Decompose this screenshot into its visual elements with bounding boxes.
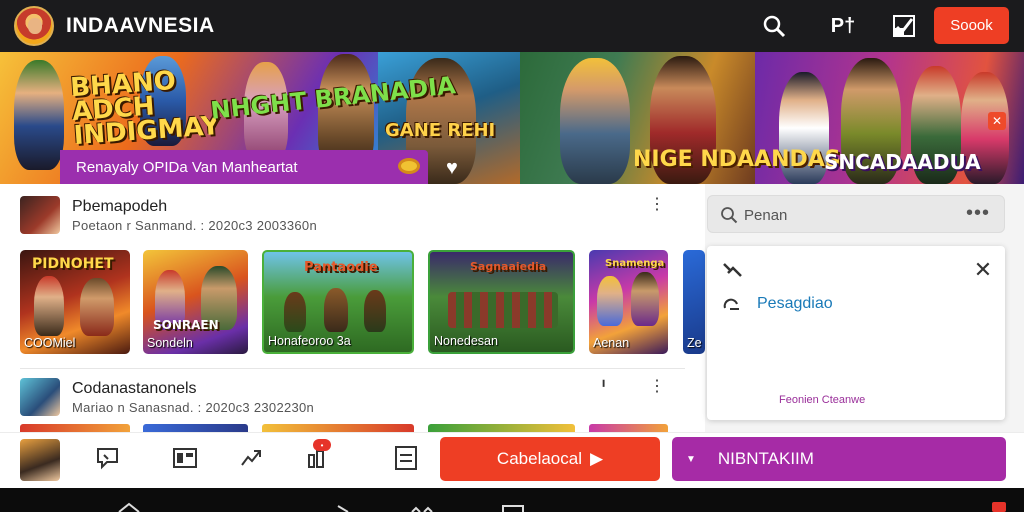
banner-title: SNCADAADUA [824, 150, 981, 174]
banner-title: GANE REHI [385, 120, 496, 141]
game-tile[interactable]: Sagnaaiedia Nonedesan [428, 250, 575, 354]
section-header[interactable]: Pbemapodeh Poetaon r Sanmand. : 2020c3 2… [20, 194, 680, 234]
secondary-action-label: NIBNTAKIIM [717, 449, 814, 468]
tile-character [631, 272, 659, 326]
top-bar: INDAAVNESIA P† Soook [0, 0, 1024, 52]
tile-character [324, 288, 348, 332]
tile-label: Nonedesan [434, 334, 498, 348]
chat-icon[interactable] [95, 445, 121, 471]
more-options-icon[interactable]: ⋮ [649, 197, 665, 218]
tile-crowd [448, 292, 558, 328]
tile-label: COOMiel [24, 336, 76, 350]
game-list: Pbemapodeh Poetaon r Sanmand. : 2020c3 2… [0, 184, 705, 432]
tile-character [284, 292, 306, 332]
right-panel: ••• ✕ Pesagdiao Feonien Cteanwe [705, 184, 1024, 432]
next-tile-peek [262, 424, 414, 432]
tile-character [34, 276, 64, 336]
section-subtitle: Mariao n Sanasnad. : 2020c3 2302230n [72, 400, 315, 415]
game-tile[interactable]: Pantaodie Honafeoroo 3a [262, 250, 414, 354]
banner-character [560, 58, 630, 184]
tile-title: Snamenga [605, 258, 665, 269]
home-icon[interactable] [116, 500, 142, 512]
share-icon[interactable] [238, 445, 264, 471]
game-tile[interactable]: PIDNOHET COOMiel [20, 250, 130, 354]
banner-close-icon[interactable]: ✕ [988, 112, 1006, 130]
avatar[interactable] [20, 439, 60, 481]
notification-badge: • [313, 439, 331, 451]
avatar [20, 196, 60, 234]
banner-character [14, 60, 64, 170]
menu-icon[interactable] [410, 500, 436, 512]
game-tile[interactable]: Ze [683, 250, 705, 354]
primary-action-label: Cabelaocal [496, 449, 582, 468]
banner-title: NIGE NDAANDAS [633, 147, 841, 172]
pt-icon[interactable]: P† [829, 12, 857, 40]
popup-link[interactable]: Pesagdiao [757, 295, 833, 313]
avatar [20, 378, 60, 416]
primary-action-button[interactable]: Cabelaocal ▶ [440, 437, 660, 481]
popup-footer: Feonien Cteanwe [779, 394, 866, 406]
more-options-icon[interactable]: ⋮ [649, 379, 665, 400]
play-icon: ▶ [589, 449, 604, 468]
app-title: INDAAVNESIA [66, 14, 215, 37]
search-box[interactable]: ••• [707, 195, 1005, 233]
tile-label: Ze [687, 336, 702, 350]
pin-icon[interactable]: ╹ [600, 381, 607, 400]
action-bar: • Cabelaocal ▶ ▼ NIBNTAKIIM [0, 432, 1024, 488]
film-icon[interactable] [172, 445, 198, 471]
section-title: Codanastanonels [72, 380, 197, 397]
notification-dot [992, 502, 1006, 512]
recents-icon[interactable] [500, 500, 526, 512]
tile-title: PIDNOHET [32, 256, 114, 272]
next-tile-peek [20, 424, 130, 432]
heart-icon[interactable]: ♥ [446, 158, 468, 178]
logo-face [28, 18, 42, 34]
coin-icon [398, 158, 420, 174]
chevron-down-icon: ▼ [686, 453, 696, 465]
promo-bar[interactable]: Renayaly OPIDa Van Manheartat ♥ [60, 150, 458, 184]
document-icon[interactable] [393, 445, 419, 471]
close-icon[interactable]: ✕ [973, 259, 993, 281]
system-nav-bar [0, 488, 1024, 512]
game-tile[interactable]: SONRAEN Sondeln [143, 250, 248, 354]
tile-label: Honafeoroo 3a [268, 334, 351, 348]
tile-title: SONRAEN [153, 318, 219, 332]
tool-icon[interactable] [721, 260, 745, 280]
section-title: Pbemapodeh [72, 198, 168, 215]
signin-button[interactable]: Soook [934, 7, 1009, 44]
section-subtitle: Poetaon r Sanmand. : 2020c3 2003360n [72, 218, 317, 233]
secondary-action-button[interactable]: ▼ NIBNTAKIIM [672, 437, 1006, 481]
divider [20, 368, 685, 369]
tile-character [364, 290, 386, 332]
tile-character [597, 276, 623, 326]
tile-label: Sondeln [147, 336, 193, 350]
link-icon [723, 298, 739, 310]
promo-text: Renayaly OPIDa Van Manheartat [76, 158, 298, 176]
popup-card: ✕ Pesagdiao Feonien Cteanwe [707, 246, 1005, 420]
search-icon [721, 207, 738, 224]
section-header[interactable]: Codanastanonels Mariao n Sanasnad. : 202… [20, 376, 680, 416]
tile-title: Sagnaaiedia [470, 260, 547, 273]
back-icon[interactable] [330, 500, 356, 512]
tile-character [80, 278, 114, 336]
tile-title: Pantaodie [304, 260, 378, 275]
more-horizontal-icon[interactable]: ••• [966, 202, 990, 225]
next-tile-peek [428, 424, 575, 432]
app-logo[interactable] [14, 6, 54, 46]
check-icon[interactable] [890, 12, 918, 40]
banner-title: BHANO ADCH INDIGMAY [69, 65, 221, 152]
search-icon[interactable] [760, 12, 788, 40]
search-input[interactable] [744, 204, 954, 226]
tile-label: Aenan [593, 336, 630, 350]
game-tile[interactable]: Snamenga Aenan [589, 250, 668, 354]
next-tile-peek [143, 424, 248, 432]
next-tile-peek [589, 424, 668, 432]
